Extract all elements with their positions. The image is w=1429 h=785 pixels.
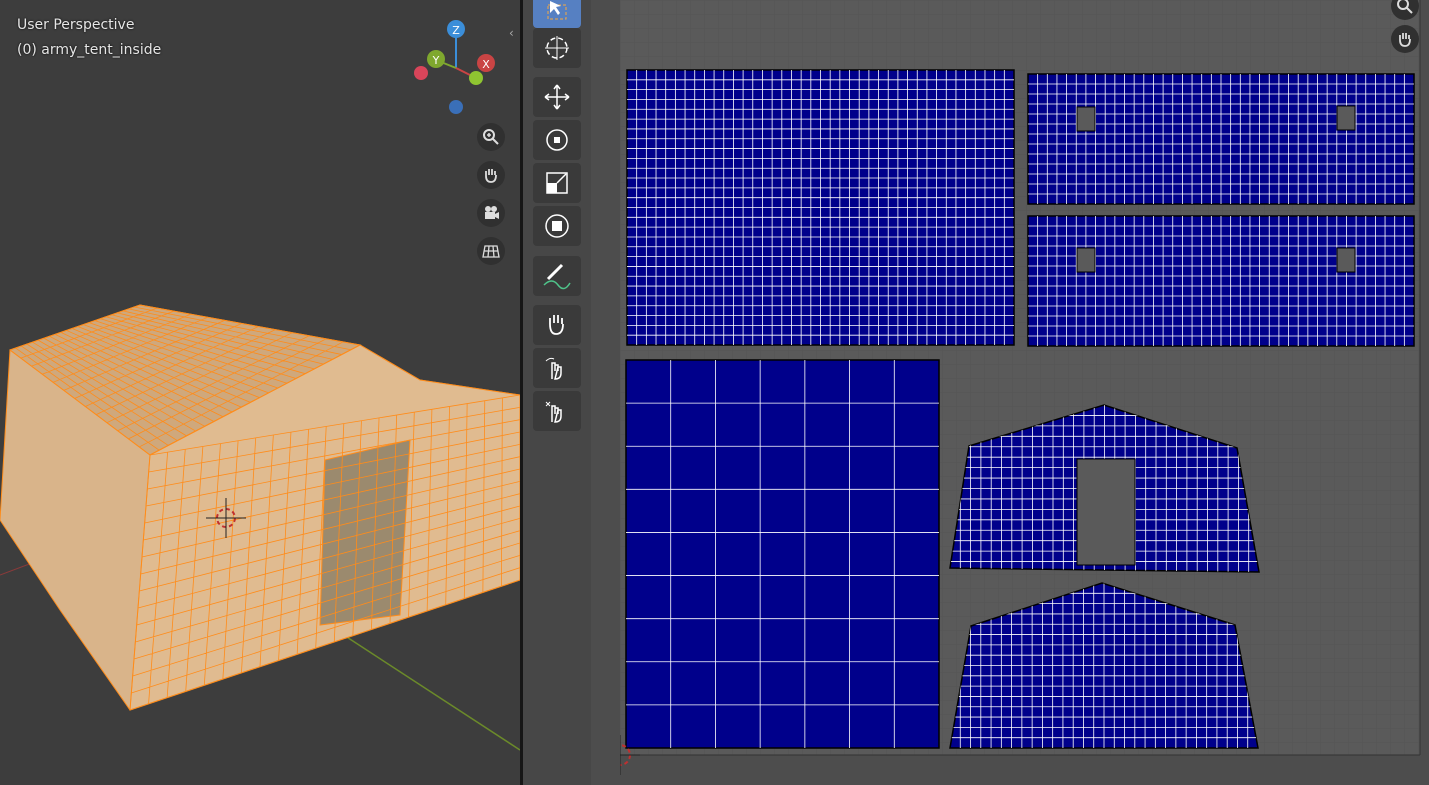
zoom-icon[interactable] [477, 123, 505, 151]
camera-icon[interactable] [477, 199, 505, 227]
gizmo-x-label: X [482, 58, 490, 71]
uv-island-side-wall-1[interactable] [1027, 73, 1415, 205]
view-perspective-label: User Perspective [17, 17, 135, 33]
gizmo-neg-z-axis[interactable] [449, 100, 463, 114]
gizmo-neg-x-axis[interactable] [414, 66, 428, 80]
annotate-icon[interactable] [533, 256, 581, 296]
cursor-icon[interactable] [533, 28, 581, 68]
pinch-icon[interactable] [533, 391, 581, 431]
gizmo-neg-y-axis[interactable] [469, 71, 483, 85]
gizmo-y-label: Y [432, 54, 440, 67]
uv-island-side-wall-2[interactable] [1027, 215, 1415, 347]
hand-icon[interactable] [477, 161, 505, 189]
uv-island-floor[interactable] [625, 359, 940, 749]
viewport-3d[interactable]: User Perspective (0) army_tent_inside Z … [0, 0, 520, 785]
relax-icon[interactable] [533, 348, 581, 388]
transform-icon[interactable] [533, 206, 581, 246]
rotate-icon[interactable] [533, 120, 581, 160]
grid-icon[interactable] [477, 237, 505, 265]
hand-icon[interactable] [1391, 25, 1419, 53]
uv-toolbar [523, 0, 591, 785]
move-icon[interactable] [533, 77, 581, 117]
uv-island-roof[interactable] [626, 69, 1015, 346]
gizmo-z-label: Z [452, 24, 460, 37]
grab-icon[interactable] [533, 305, 581, 345]
select-box-icon[interactable] [533, 0, 581, 28]
collapse-sidebar-arrow[interactable]: ‹ [509, 26, 514, 40]
active-object-label: (0) army_tent_inside [17, 42, 162, 58]
scale-icon[interactable] [533, 163, 581, 203]
uv-editor[interactable] [523, 0, 1429, 785]
uv-canvas[interactable] [620, 0, 1429, 785]
navigation-gizmo[interactable]: Z Y X [405, 15, 505, 120]
